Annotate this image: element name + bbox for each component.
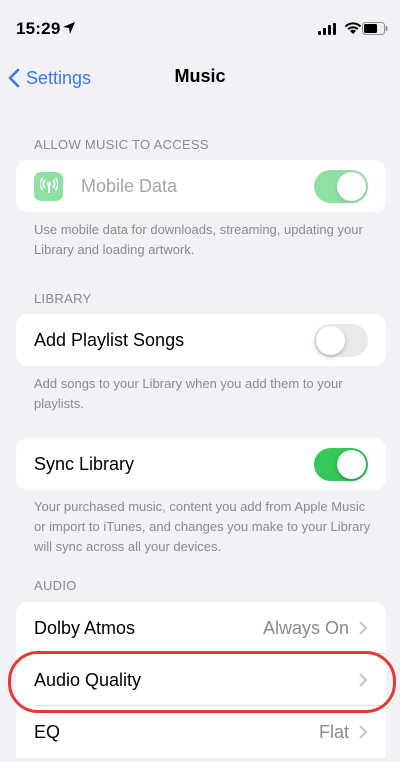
page-title: Music bbox=[174, 66, 226, 86]
chevron-right-icon bbox=[359, 621, 367, 635]
navigation-bar: Settings Music bbox=[0, 56, 400, 100]
add-playlist-songs-row: Add Playlist Songs bbox=[16, 314, 386, 366]
sync-library-group: Sync Library bbox=[16, 438, 386, 490]
add-playlist-songs-toggle[interactable] bbox=[314, 323, 368, 357]
section-header-audio: AUDIO bbox=[34, 578, 77, 593]
status-time: 15:29 bbox=[16, 19, 61, 38]
wifi-icon bbox=[344, 22, 362, 34]
dolby-atmos-row[interactable]: Dolby Atmos Always On bbox=[16, 602, 386, 654]
location-arrow-icon bbox=[63, 22, 75, 34]
eq-label: EQ bbox=[34, 721, 61, 742]
dolby-atmos-value: Always On bbox=[262, 617, 349, 638]
mobile-data-label: Mobile Data bbox=[81, 175, 178, 196]
add-playlist-songs-label: Add Playlist Songs bbox=[34, 329, 185, 350]
mobile-data-row: Mobile Data bbox=[16, 160, 386, 212]
dolby-atmos-label: Dolby Atmos bbox=[34, 617, 136, 638]
sync-library-footer: Your purchased music, content you add fr… bbox=[34, 499, 371, 554]
cellular-signal-icon bbox=[318, 23, 336, 35]
section-header-access: ALLOW MUSIC TO ACCESS bbox=[34, 137, 209, 152]
battery-icon bbox=[362, 22, 388, 35]
chevron-right-icon bbox=[359, 673, 367, 687]
mobile-data-toggle[interactable] bbox=[314, 169, 368, 203]
audio-quality-label: Audio Quality bbox=[34, 669, 142, 690]
eq-row[interactable]: EQ Flat bbox=[16, 706, 386, 758]
sync-library-label: Sync Library bbox=[34, 453, 135, 474]
add-playlist-footer: Add songs to your Library when you add t… bbox=[34, 376, 343, 411]
sync-library-row: Sync Library bbox=[16, 438, 386, 490]
access-group: Mobile Data bbox=[16, 160, 386, 212]
antenna-icon bbox=[34, 171, 63, 201]
audio-group: Dolby Atmos Always On Audio Quality EQ F… bbox=[16, 602, 386, 758]
access-footer: Use mobile data for downloads, streaming… bbox=[34, 222, 363, 257]
eq-value: Flat bbox=[318, 721, 349, 742]
add-playlist-group: Add Playlist Songs bbox=[16, 314, 386, 366]
chevron-right-icon bbox=[359, 725, 367, 739]
sync-library-toggle[interactable] bbox=[314, 447, 368, 481]
audio-quality-row[interactable]: Audio Quality bbox=[16, 654, 386, 706]
section-header-library: LIBRARY bbox=[34, 291, 92, 306]
status-bar: 15:29 bbox=[0, 0, 400, 56]
